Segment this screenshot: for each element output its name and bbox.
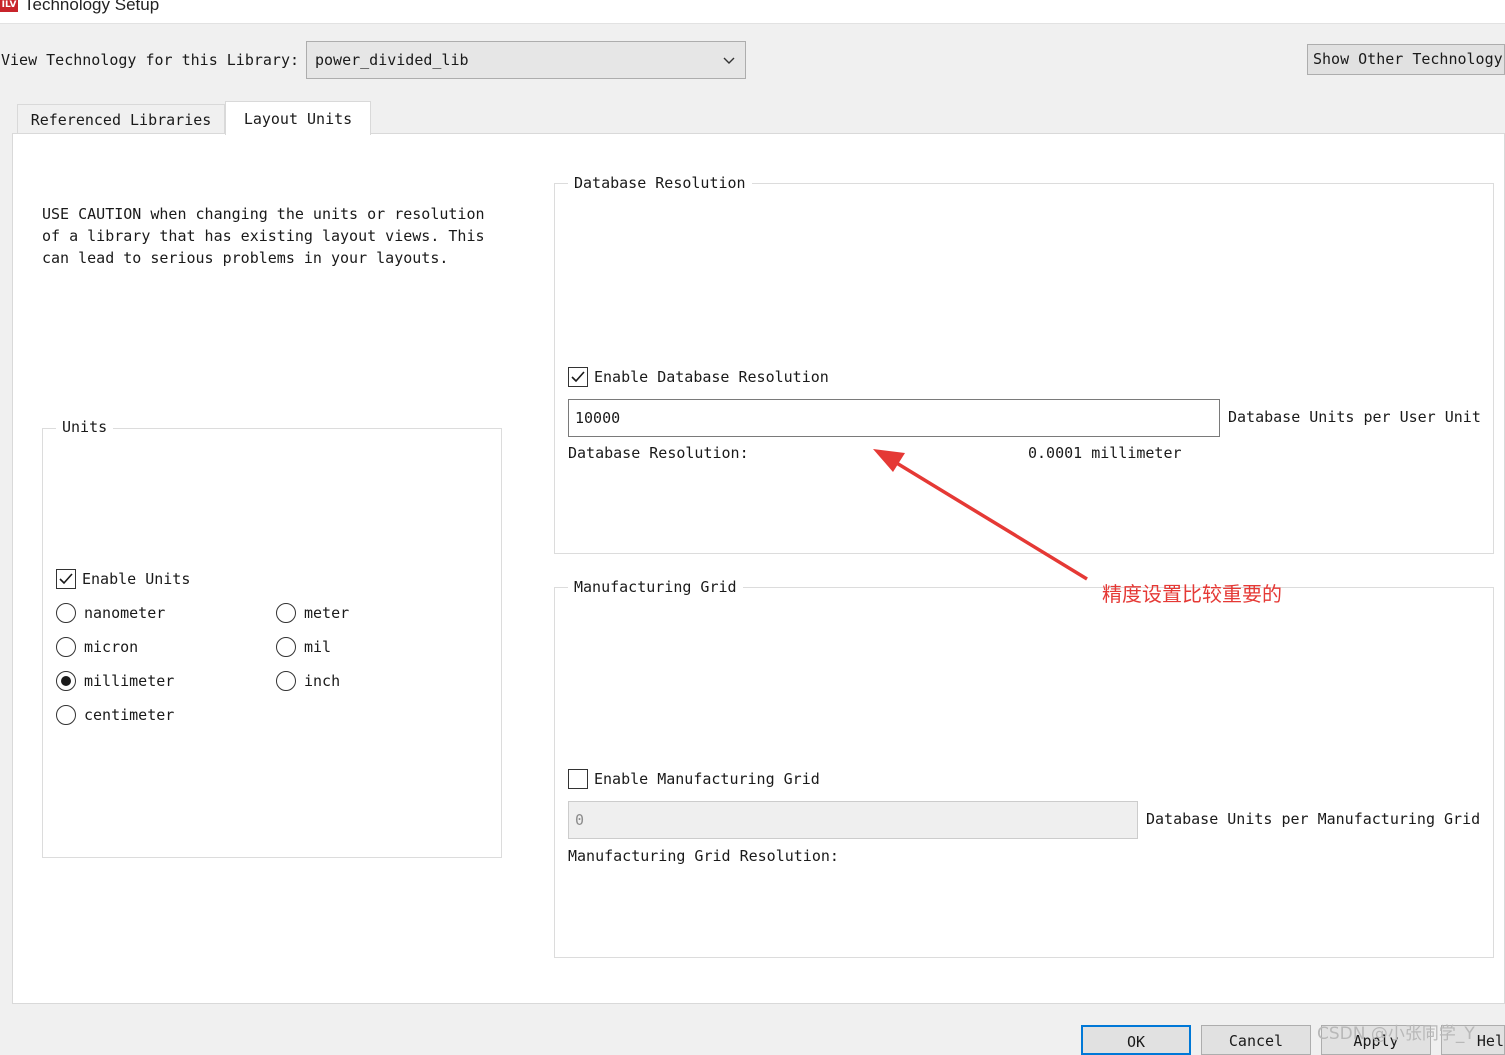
show-other-technology-button[interactable]: Show Other Technology: [1307, 44, 1505, 75]
enable-database-resolution-label: Enable Database Resolution: [594, 368, 829, 386]
annotation-arrow-icon: [873, 449, 1088, 581]
caution-line: USE CAUTION when changing the units or r…: [42, 205, 485, 223]
watermark: CSDN @小张同学_Y: [1317, 1024, 1475, 1044]
manufacturing-grid-value: 0: [575, 811, 585, 829]
tab-referenced-libraries[interactable]: Referenced Libraries: [17, 104, 225, 134]
cancel-button[interactable]: Cancel: [1201, 1025, 1311, 1055]
radio-mil[interactable]: [276, 637, 296, 657]
window-title: Technology Setup: [24, 0, 160, 14]
radio-mil-label: mil: [304, 638, 332, 656]
library-select[interactable]: power_divided_lib: [306, 41, 746, 79]
manufacturing-grid-resolution-label: Manufacturing Grid Resolution:: [568, 847, 839, 865]
radio-nanometer[interactable]: [56, 603, 76, 623]
caution-text: USE CAUTION when changing the units or r…: [42, 203, 485, 269]
radio-micron-label: micron: [84, 638, 139, 656]
radio-nanometer-label: nanometer: [84, 604, 166, 622]
manufacturing-grid-input[interactable]: 0: [568, 801, 1138, 839]
radio-meter-label: meter: [304, 604, 350, 622]
check-icon: [571, 371, 585, 383]
annotation-text: 精度设置比较重要的: [1102, 582, 1282, 606]
database-resolution-legend: Database Resolution: [568, 174, 752, 192]
radio-inch-label: inch: [304, 672, 341, 690]
enable-database-resolution-checkbox[interactable]: [568, 367, 588, 387]
ok-button[interactable]: OK: [1081, 1025, 1191, 1055]
caution-line: of a library that has existing layout vi…: [42, 227, 485, 245]
check-icon: [59, 573, 73, 585]
database-units-input[interactable]: 10000: [568, 399, 1220, 437]
manufacturing-grid-legend: Manufacturing Grid: [568, 578, 743, 596]
caution-line: can lead to serious problems in your lay…: [42, 249, 449, 267]
database-resolution-label: Database Resolution:: [568, 444, 749, 462]
radio-inch[interactable]: [276, 671, 296, 691]
chevron-down-icon: [723, 57, 735, 64]
app-icon: ILV: [0, 0, 18, 12]
library-select-value: power_divided_lib: [315, 51, 469, 69]
title-bar: ILV Technology Setup: [0, 0, 1505, 24]
database-units-per-manufacturing-grid-label: Database Units per Manufacturing Grid: [1146, 810, 1481, 828]
database-units-value: 10000: [575, 409, 621, 427]
radio-selected-dot: [61, 676, 71, 686]
radio-centimeter-label: centimeter: [84, 706, 175, 724]
tab-layout-units[interactable]: Layout Units: [225, 101, 371, 135]
enable-manufacturing-grid-label: Enable Manufacturing Grid: [594, 770, 820, 788]
database-units-per-user-unit-label: Database Units per User Unit: [1228, 408, 1481, 426]
radio-meter[interactable]: [276, 603, 296, 623]
radio-micron[interactable]: [56, 637, 76, 657]
enable-units-checkbox[interactable]: [56, 569, 76, 589]
enable-manufacturing-grid-checkbox[interactable]: [568, 769, 588, 789]
radio-centimeter[interactable]: [56, 705, 76, 725]
units-legend: Units: [56, 418, 114, 436]
enable-units-label: Enable Units: [82, 570, 191, 588]
radio-millimeter[interactable]: [56, 671, 76, 691]
library-label: View Technology for this Library:: [1, 51, 300, 69]
radio-millimeter-label: millimeter: [84, 672, 175, 690]
